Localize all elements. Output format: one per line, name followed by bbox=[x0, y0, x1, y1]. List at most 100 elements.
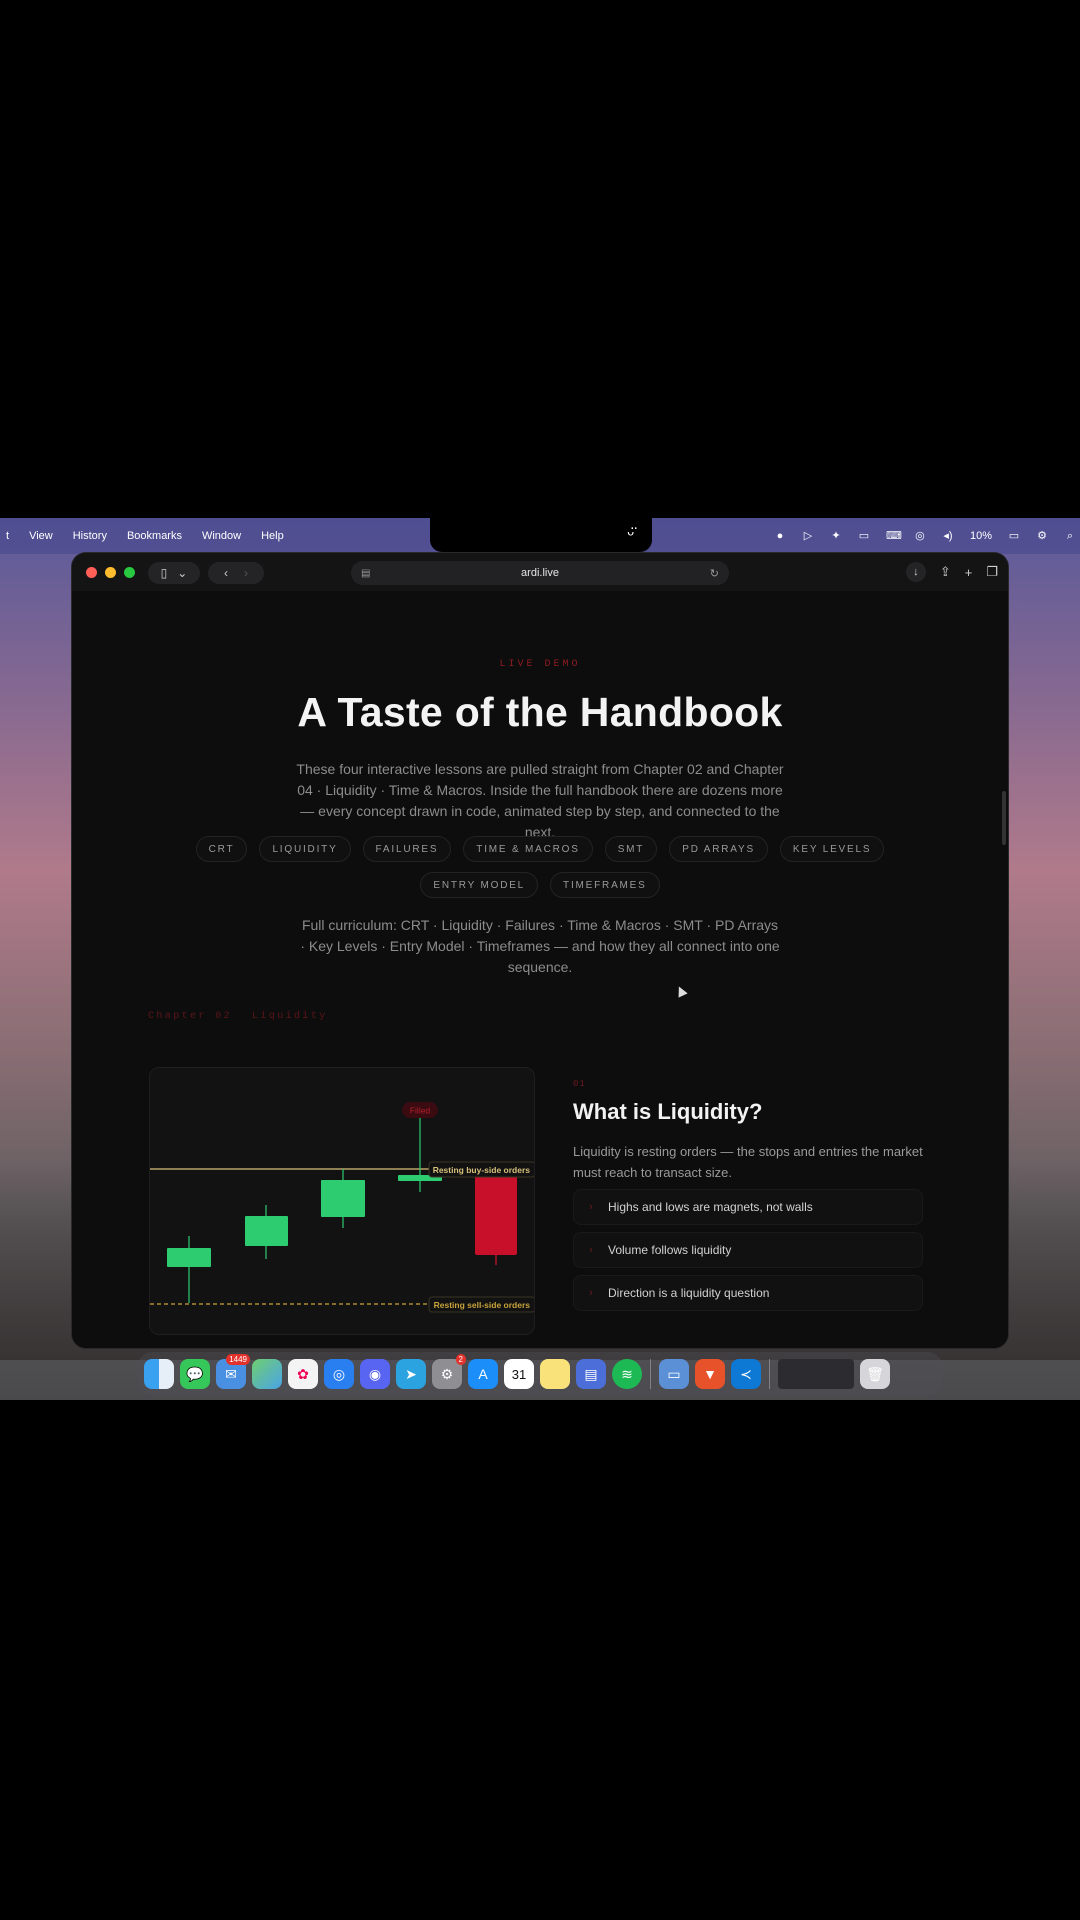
search-icon[interactable]: ⌕ bbox=[1064, 530, 1076, 542]
settings-icon[interactable]: ⚙ 2 bbox=[432, 1354, 466, 1389]
chapter-label: Chapter 02 Liquidity bbox=[148, 1011, 328, 1022]
lesson-point[interactable]: › Highs and lows are magnets, not walls bbox=[573, 1189, 923, 1225]
battery-icon[interactable]: ▭ bbox=[1008, 530, 1020, 542]
tabs-overview-icon[interactable]: ❐ bbox=[986, 564, 998, 580]
download-icon[interactable]: ↓ bbox=[905, 562, 926, 582]
lesson-point-text: Direction is a liquidity question bbox=[608, 1286, 770, 1300]
minimize-button[interactable] bbox=[105, 567, 116, 578]
candle-3 bbox=[321, 1180, 365, 1217]
lesson-point-text: Volume follows liquidity bbox=[608, 1243, 732, 1257]
candle-2 bbox=[245, 1216, 288, 1246]
volume-icon[interactable]: ◂) bbox=[942, 530, 954, 542]
chip-smt[interactable]: SMT bbox=[604, 836, 658, 862]
app-store-icon[interactable]: A bbox=[468, 1359, 498, 1389]
finder-icon[interactable] bbox=[144, 1359, 174, 1389]
control-center-icon[interactable]: ⚙ bbox=[1036, 530, 1048, 542]
calendar-icon[interactable]: 31 bbox=[504, 1359, 534, 1389]
lesson-description: Liquidity is resting orders — the stops … bbox=[573, 1144, 923, 1180]
face-icon: ᵕ̈ bbox=[627, 524, 634, 544]
chip-time-macros[interactable]: TIME & MACROS bbox=[463, 836, 593, 862]
topic-chips: CRT LIQUIDITY FAILURES TIME & MACROS SMT… bbox=[152, 836, 928, 898]
reload-icon[interactable]: ↻ bbox=[710, 567, 719, 580]
chevron-right-icon: › bbox=[589, 1201, 593, 1213]
reader-icon[interactable]: ▤ bbox=[361, 568, 370, 579]
curriculum-text: Full curriculum: CRT · Liquidity · Failu… bbox=[300, 917, 780, 975]
safari-icon[interactable]: ◎ bbox=[324, 1359, 354, 1389]
page-scrollbar[interactable] bbox=[1002, 791, 1006, 845]
close-button[interactable] bbox=[86, 567, 97, 578]
messages-icon[interactable]: 💬 bbox=[180, 1359, 210, 1389]
downloads-icon[interactable]: ▭ bbox=[659, 1359, 689, 1389]
sidebar-icon: ▯ bbox=[160, 566, 168, 580]
sellside-label: Resting sell-side orders bbox=[434, 1300, 531, 1310]
brave-icon[interactable]: ▼ bbox=[695, 1359, 725, 1389]
app-menu: t View History Bookmarks Window Help bbox=[0, 530, 284, 542]
chip-pd-arrays[interactable]: PD ARRAYS bbox=[669, 836, 768, 862]
menu-item-window[interactable]: Window bbox=[202, 530, 241, 542]
candle-1 bbox=[167, 1248, 211, 1267]
liquidity-chart: Filled Resting buy-side orders Resting s… bbox=[150, 1102, 534, 1313]
share-icon[interactable]: ⇪ bbox=[940, 564, 951, 580]
settings-badge: 2 bbox=[455, 1354, 466, 1365]
browser-window: ▯ ⌄ ‹ › ▤ ardi.live ↻ ↓ ⇪ + ❐ LIVE DEMO A … bbox=[72, 553, 1008, 1348]
menu-item-app[interactable]: t bbox=[6, 530, 9, 542]
telegram-icon[interactable]: ➤ bbox=[396, 1359, 426, 1389]
menu-item-help[interactable]: Help bbox=[261, 530, 284, 542]
keyboard-icon[interactable]: ⌨ bbox=[886, 530, 902, 542]
sidebar-toggle-button[interactable]: ▯ ⌄ bbox=[148, 562, 200, 584]
status-area: ● ▷ ✦ ▭ ⌨ ◎ ◂) 10% ▭ ⚙ ⌕ bbox=[774, 518, 1076, 554]
chip-failures[interactable]: FAILURES bbox=[362, 836, 452, 862]
chip-key-levels[interactable]: KEY LEVELS bbox=[779, 836, 885, 862]
trash-icon[interactable]: 🗑 bbox=[860, 1359, 890, 1389]
camera-notch: ᵕ̈ bbox=[430, 518, 652, 552]
menu-item-history[interactable]: History bbox=[73, 530, 107, 542]
window-thumbnail[interactable] bbox=[778, 1359, 854, 1389]
filled-label: Filled bbox=[410, 1106, 431, 1116]
chevron-right-icon: › bbox=[589, 1287, 593, 1299]
chevron-right-icon: › bbox=[589, 1244, 593, 1256]
lesson-points: › Highs and lows are magnets, not walls ›… bbox=[573, 1189, 923, 1318]
browser-toolbar: ▯ ⌄ ‹ › ▤ ardi.live ↻ ↓ ⇪ + ❐ bbox=[72, 553, 1008, 591]
photos-icon[interactable]: ✿ bbox=[288, 1359, 318, 1389]
lesson-point[interactable]: › Direction is a liquidity question bbox=[573, 1275, 923, 1311]
chip-entry-model[interactable]: ENTRY MODEL bbox=[420, 872, 539, 898]
chapter-name: Liquidity bbox=[252, 1011, 328, 1022]
maps-icon[interactable] bbox=[252, 1359, 282, 1389]
menu-item-view[interactable]: View bbox=[29, 530, 53, 542]
new-tab-icon[interactable]: + bbox=[965, 565, 973, 580]
spotify-icon[interactable]: ≋ bbox=[612, 1359, 642, 1389]
battery-percent: 10% bbox=[969, 530, 992, 542]
liquidity-chart-card[interactable]: Filled Resting buy-side orders Resting s… bbox=[149, 1067, 535, 1335]
zoom-button[interactable] bbox=[124, 567, 135, 578]
discord-icon[interactable]: ◉ bbox=[360, 1359, 390, 1389]
candle-5 bbox=[475, 1175, 517, 1255]
chatgpt-icon[interactable]: ◎ bbox=[914, 530, 926, 542]
vscode-icon[interactable]: ≺ bbox=[731, 1359, 761, 1389]
notes-icon[interactable] bbox=[540, 1359, 570, 1389]
play-icon[interactable]: ▷ bbox=[802, 530, 814, 542]
dock: 💬 ✉ 1449 ✿ ◎ ◉ ➤ ⚙ 2 A 31 ▤ ≋ ▭ ▼ ≺ 🗑 bbox=[138, 1352, 942, 1396]
record-icon[interactable]: ● bbox=[774, 530, 786, 542]
chip-timeframes[interactable]: TIMEFRAMES bbox=[550, 872, 660, 898]
calendar-date: 31 bbox=[511, 1366, 527, 1382]
preview-icon[interactable]: ▤ bbox=[576, 1359, 606, 1389]
forward-button[interactable]: › bbox=[244, 566, 248, 580]
lesson-title: What is Liquidity? bbox=[573, 1099, 763, 1124]
dock-separator bbox=[650, 1359, 651, 1389]
back-button[interactable]: ‹ bbox=[224, 566, 228, 580]
chip-liquidity[interactable]: LIQUIDITY bbox=[259, 836, 351, 862]
display-icon[interactable]: ▭ bbox=[858, 530, 870, 542]
lesson-point[interactable]: › Volume follows liquidity bbox=[573, 1232, 923, 1268]
eyebrow-label: LIVE DEMO bbox=[499, 659, 581, 670]
chapter-number: Chapter 02 bbox=[148, 1011, 233, 1022]
history-nav: ‹ › bbox=[208, 562, 264, 584]
chip-crt[interactable]: CRT bbox=[195, 836, 248, 862]
web-page: LIVE DEMO A Taste of the Handbook These … bbox=[72, 591, 1008, 1348]
mail-icon[interactable]: ✉ 1449 bbox=[216, 1354, 250, 1389]
menu-item-bookmarks[interactable]: Bookmarks bbox=[127, 530, 182, 542]
toolbar-actions: ↓ ⇪ + ❐ bbox=[905, 562, 998, 582]
address-bar[interactable]: ▤ ardi.live ↻ bbox=[351, 561, 729, 585]
sparkle-icon[interactable]: ✦ bbox=[830, 530, 842, 542]
page-title: A Taste of the Handbook bbox=[297, 689, 783, 735]
intro-text: These four interactive lessons are pulle… bbox=[296, 761, 784, 840]
